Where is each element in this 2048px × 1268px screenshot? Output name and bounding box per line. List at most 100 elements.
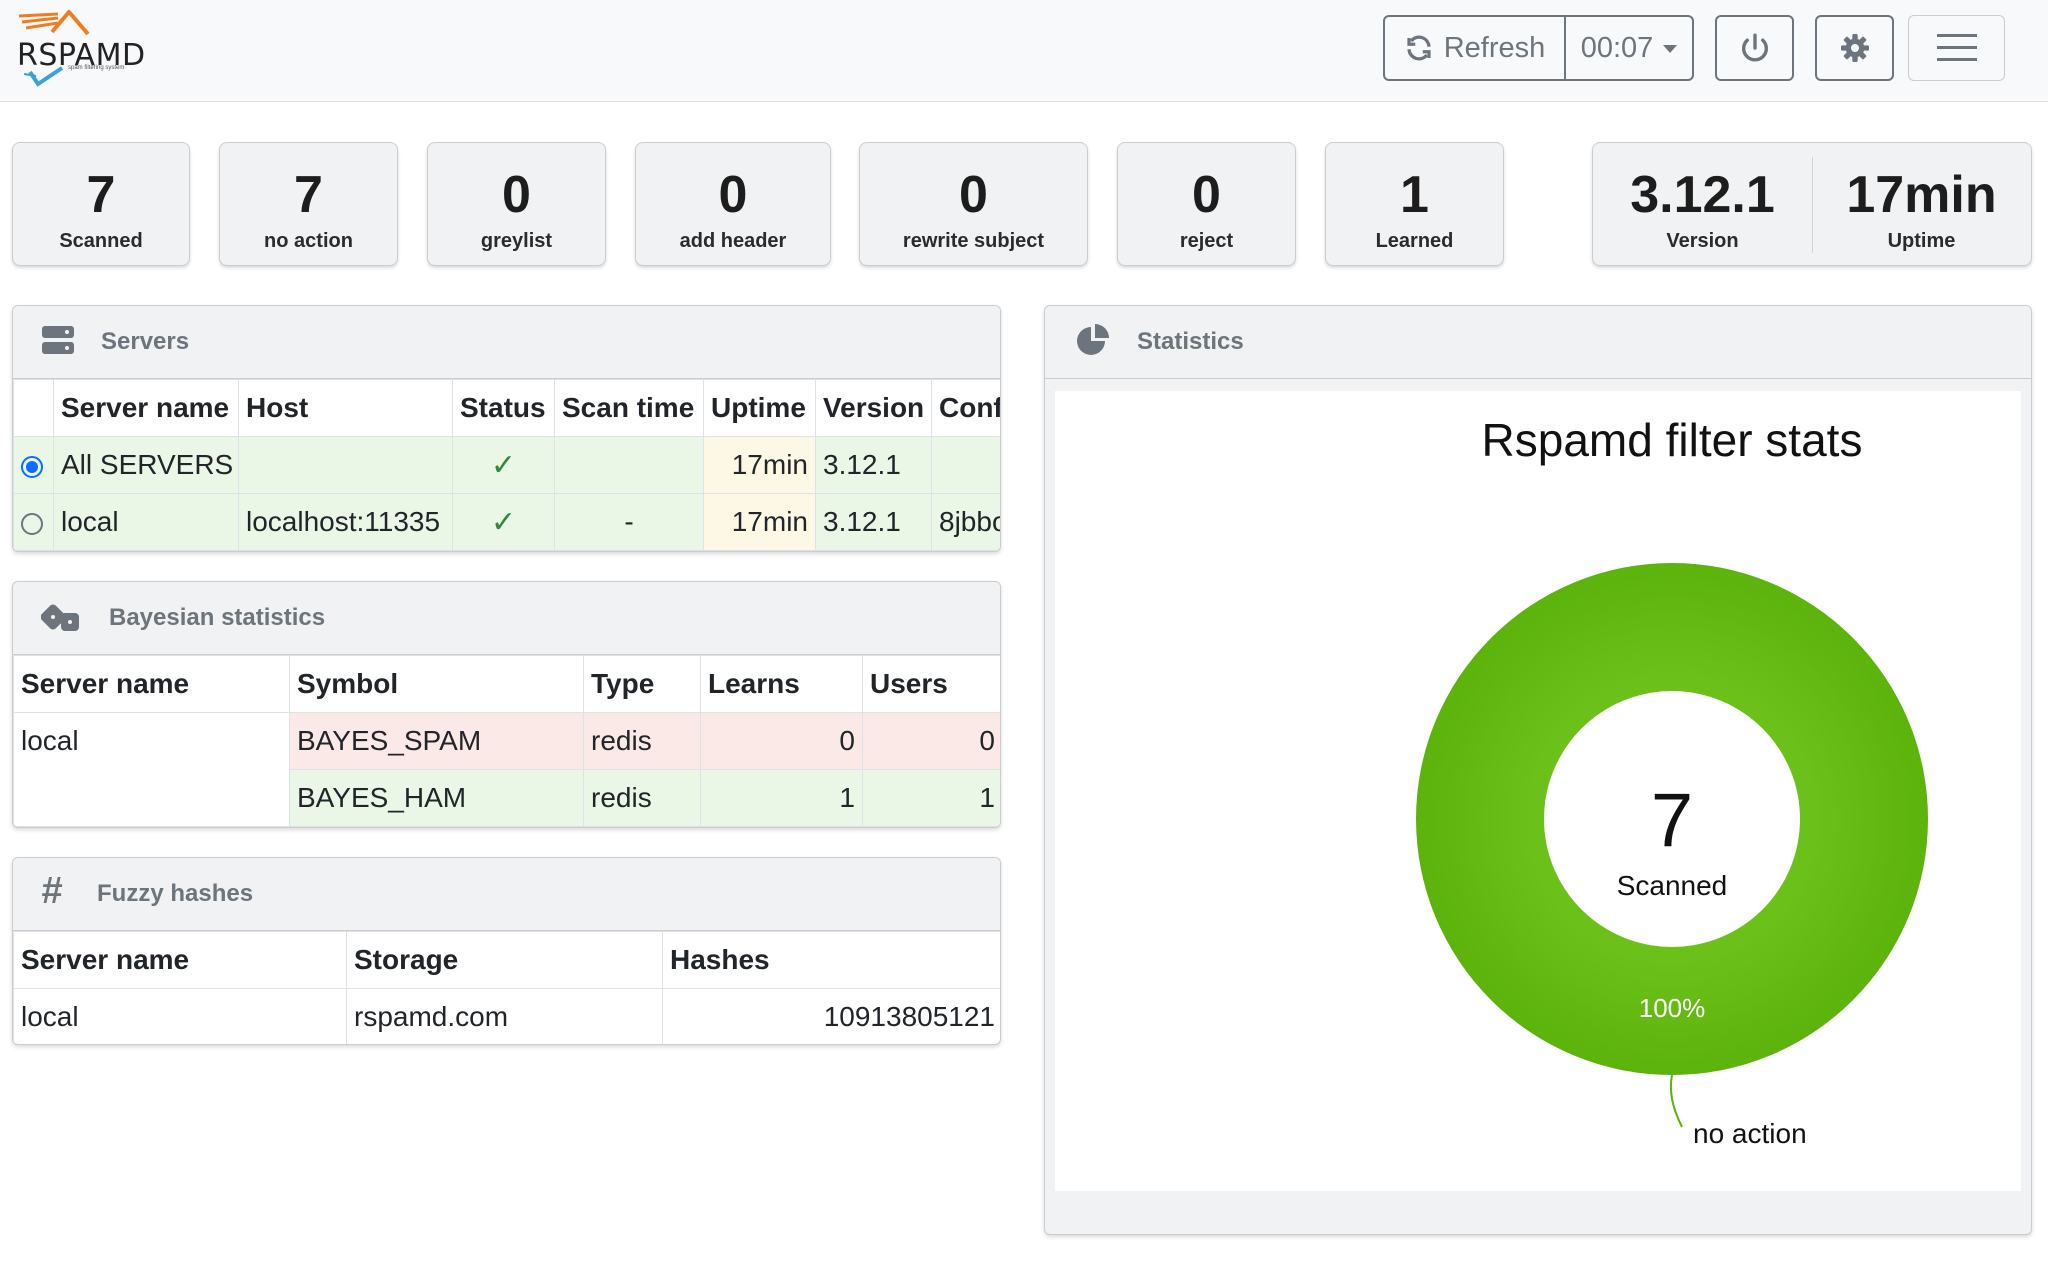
column-header[interactable]: Scan time [554, 379, 704, 437]
statistics-panel-header: Statistics [1045, 306, 2031, 379]
pie-chart-icon [1077, 324, 1109, 355]
users-cell: 0 [862, 712, 1000, 770]
refresh-icon [1407, 35, 1431, 61]
symbol-cell: BAYES_SPAM [289, 712, 584, 770]
summary-value: 0 [718, 166, 748, 224]
conf-cell: 8jbbo [931, 493, 1000, 551]
summary-label: reject [1179, 230, 1234, 252]
donut-chart: Rspamd filter stats 7 Scanned 100% no ac… [1416, 414, 1928, 1149]
server-name-cell: local [13, 712, 290, 827]
hamburger-menu-icon [1936, 34, 1977, 61]
server-radio-selected[interactable] [21, 455, 43, 478]
slice-legend-label: no action [1693, 1118, 1807, 1149]
summary-value: 7 [86, 166, 116, 224]
summary-card-scanned: 7 Scanned [12, 142, 190, 266]
column-header[interactable]: Version [815, 379, 932, 437]
rspamd-logo[interactable]: RSPAMD spam filtering system [14, 10, 146, 90]
server-name-cell: All SERVERS [53, 436, 239, 494]
refresh-interval-dropdown[interactable]: 00:07 [1566, 17, 1692, 79]
column-header[interactable]: Hashes [662, 931, 1000, 989]
chart-title: Rspamd filter stats [1482, 414, 1863, 466]
summary-value: 7 [294, 166, 323, 224]
menu-toggle-button[interactable] [1908, 15, 2005, 81]
dice-icon [41, 604, 79, 631]
bayesian-panel: Bayesian statistics Server name Symbol T… [12, 581, 1001, 828]
uptime-cell: 17min [703, 493, 816, 551]
column-header[interactable]: Storage [346, 931, 663, 989]
host-cell [238, 436, 453, 494]
learns-cell: 0 [700, 712, 863, 770]
column-header[interactable]: Uptime [703, 379, 816, 437]
server-name-cell: local [53, 493, 239, 551]
summary-card-reject: 0 reject [1117, 142, 1296, 266]
summary-card-add-header: 0 add header [635, 142, 831, 266]
statistics-panel-title: Statistics [1137, 328, 1244, 355]
power-icon [1741, 33, 1768, 62]
slice-percent-label: 100% [1639, 993, 1706, 1023]
symbol-cell: BAYES_HAM [289, 769, 584, 827]
table-row[interactable]: local localhost:11335 ✓ - 17min 3.12.1 8… [13, 493, 1000, 551]
refresh-label: Refresh [1443, 31, 1546, 64]
center-label: Scanned [1617, 870, 1728, 901]
column-header[interactable]: Users [862, 655, 1000, 713]
bayesian-table: Server name Symbol Type Learns Users loc… [13, 655, 1000, 827]
top-navbar: RSPAMD spam filtering system Refresh 00:… [0, 0, 2048, 102]
status-ok-icon: ✓ [452, 493, 555, 551]
hash-icon: # [41, 870, 63, 912]
gear-icon [1840, 34, 1869, 62]
storage-cell: rspamd.com [346, 988, 663, 1044]
uptime-cell: 17min [703, 436, 816, 494]
column-header[interactable]: Symbol [289, 655, 584, 713]
fuzzy-panel-title: Fuzzy hashes [97, 880, 254, 907]
learns-cell: 1 [700, 769, 863, 827]
conf-cell [931, 436, 1000, 494]
type-cell: redis [583, 769, 701, 827]
timer-value: 00:07 [1580, 31, 1654, 64]
uptime-block: 17min Uptime [1812, 143, 2031, 265]
version-cell: 3.12.1 [815, 493, 932, 551]
refresh-button[interactable]: Refresh [1385, 17, 1566, 79]
column-header[interactable]: Server name [53, 379, 239, 437]
summary-card-learned: 1 Learned [1325, 142, 1504, 266]
row-select-cell[interactable] [13, 493, 54, 551]
summary-label: add header [679, 230, 787, 252]
bayesian-panel-title: Bayesian statistics [109, 604, 326, 631]
servers-panel-title: Servers [101, 328, 190, 355]
table-header-row: Server name Host Status Scan time Uptime… [13, 379, 1000, 437]
summary-label: rewrite subject [902, 230, 1045, 252]
column-header[interactable]: Learns [700, 655, 863, 713]
server-radio[interactable] [21, 512, 43, 535]
table-header-row: Server name Symbol Type Learns Users [13, 655, 1000, 713]
column-header[interactable]: Conf [931, 379, 1000, 437]
summary-value: 0 [502, 166, 531, 224]
server-name-cell: local [13, 988, 347, 1044]
summary-card-no-action: 7 no action [219, 142, 398, 266]
version-uptime-card: 3.12.1 Version 17min Uptime [1592, 142, 2032, 266]
summary-value: 0 [1192, 166, 1221, 224]
chart-area: Rspamd filter stats 7 Scanned 100% no ac… [1055, 391, 2021, 1191]
table-row: local BAYES_SPAM redis 0 0 [13, 712, 1000, 827]
summary-label: Scanned [59, 230, 143, 252]
hashes-cell: 10913805121 [662, 988, 1000, 1044]
row-select-cell[interactable] [13, 436, 54, 494]
bayesian-panel-header: Bayesian statistics [13, 582, 1000, 655]
summary-card-rewrite-subject: 0 rewrite subject [859, 142, 1088, 266]
fuzzy-hashes-panel: # Fuzzy hashes Server name Storage Hashe… [12, 857, 1001, 1045]
fuzzy-panel-header: # Fuzzy hashes [13, 858, 1000, 931]
settings-button[interactable] [1815, 15, 1894, 81]
table-row: local rspamd.com 10913805121 [13, 988, 1000, 1044]
column-header[interactable]: Server name [13, 931, 347, 989]
column-header[interactable]: Host [238, 379, 453, 437]
column-header[interactable]: Type [583, 655, 701, 713]
table-header-row: Server name Storage Hashes [13, 931, 1000, 989]
summary-value: 1 [1400, 166, 1429, 224]
logo-subtitle: spam filtering system [68, 65, 125, 71]
table-row[interactable]: All SERVERS ✓ 17min 3.12.1 [13, 436, 1000, 494]
caret-down-icon [1663, 45, 1678, 53]
version-label: Version [1666, 230, 1739, 252]
column-header[interactable]: Server name [13, 655, 290, 713]
column-header[interactable]: Status [452, 379, 555, 437]
servers-table: Server name Host Status Scan time Uptime… [13, 379, 1000, 551]
disconnect-button[interactable] [1715, 15, 1794, 81]
host-cell: localhost:11335 [238, 493, 453, 551]
